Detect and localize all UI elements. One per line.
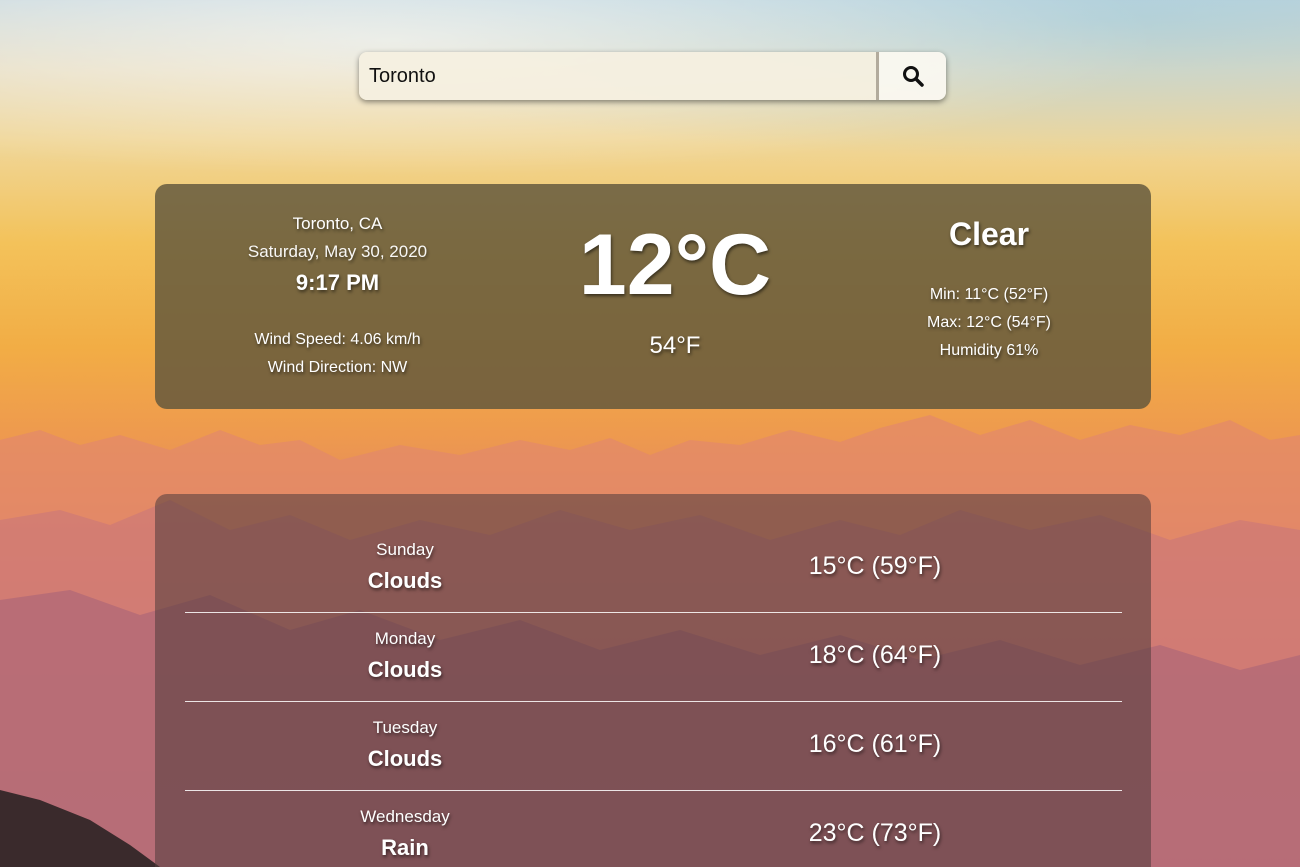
search-button[interactable] xyxy=(876,52,946,100)
weather-condition: Clear xyxy=(948,216,1030,252)
temperature-fahrenheit: 54°F xyxy=(649,332,701,359)
search-icon xyxy=(902,66,924,87)
current-weather-card: Toronto, CA Saturday, May 30, 2020 9:17 … xyxy=(155,184,1151,409)
wind-speed: Wind Speed: 4.06 km/h xyxy=(254,331,421,348)
forecast-temperature: 18°C (64°F) xyxy=(808,641,942,669)
location-label: Toronto, CA xyxy=(292,214,383,233)
forecast-day: Sunday xyxy=(376,540,434,559)
forecast-row: Monday Clouds 18°C (64°F) xyxy=(185,613,1122,702)
forecast-condition: Rain xyxy=(381,835,429,860)
forecast-row: Wednesday Rain 23°C (73°F) xyxy=(185,791,1122,867)
forecast-condition: Clouds xyxy=(367,657,443,682)
max-temp: Max: 12°C (54°F) xyxy=(927,314,1051,331)
forecast-temperature: 16°C (61°F) xyxy=(808,730,942,758)
forecast-card: Sunday Clouds 15°C (59°F) Monday Clouds … xyxy=(155,494,1151,867)
search-input[interactable] xyxy=(359,52,876,100)
temperature-info: 12°C 54°F xyxy=(525,220,825,360)
search-bar xyxy=(359,52,946,100)
forecast-day: Wednesday xyxy=(360,807,450,826)
min-temp: Min: 11°C (52°F) xyxy=(929,286,1049,303)
date-label: Saturday, May 30, 2020 xyxy=(247,242,428,261)
temperature-celsius: 12°C xyxy=(578,217,772,313)
humidity: Humidity 61% xyxy=(939,342,1039,359)
location-info: Toronto, CA Saturday, May 30, 2020 9:17 … xyxy=(195,214,480,382)
weather-app: { "search": { "value": "Toronto", "butto… xyxy=(0,0,1300,867)
forecast-day: Monday xyxy=(374,629,436,648)
forecast-condition: Clouds xyxy=(367,746,443,771)
forecast-condition: Clouds xyxy=(367,568,443,593)
condition-info: Clear Min: 11°C (52°F) Max: 12°C (54°F) … xyxy=(855,216,1123,365)
forecast-temperature: 23°C (73°F) xyxy=(808,819,942,847)
time-label: 9:17 PM xyxy=(295,270,380,295)
wind-direction: Wind Direction: NW xyxy=(267,359,408,376)
forecast-row: Sunday Clouds 15°C (59°F) xyxy=(185,524,1122,613)
forecast-temperature: 15°C (59°F) xyxy=(808,552,942,580)
sky-background xyxy=(0,0,1300,200)
minmax-info: Min: 11°C (52°F) Max: 12°C (54°F) Humidi… xyxy=(855,281,1123,365)
wind-info: Wind Speed: 4.06 km/h Wind Direction: NW xyxy=(195,326,480,382)
forecast-row: Tuesday Clouds 16°C (61°F) xyxy=(185,702,1122,791)
forecast-day: Tuesday xyxy=(372,718,438,737)
